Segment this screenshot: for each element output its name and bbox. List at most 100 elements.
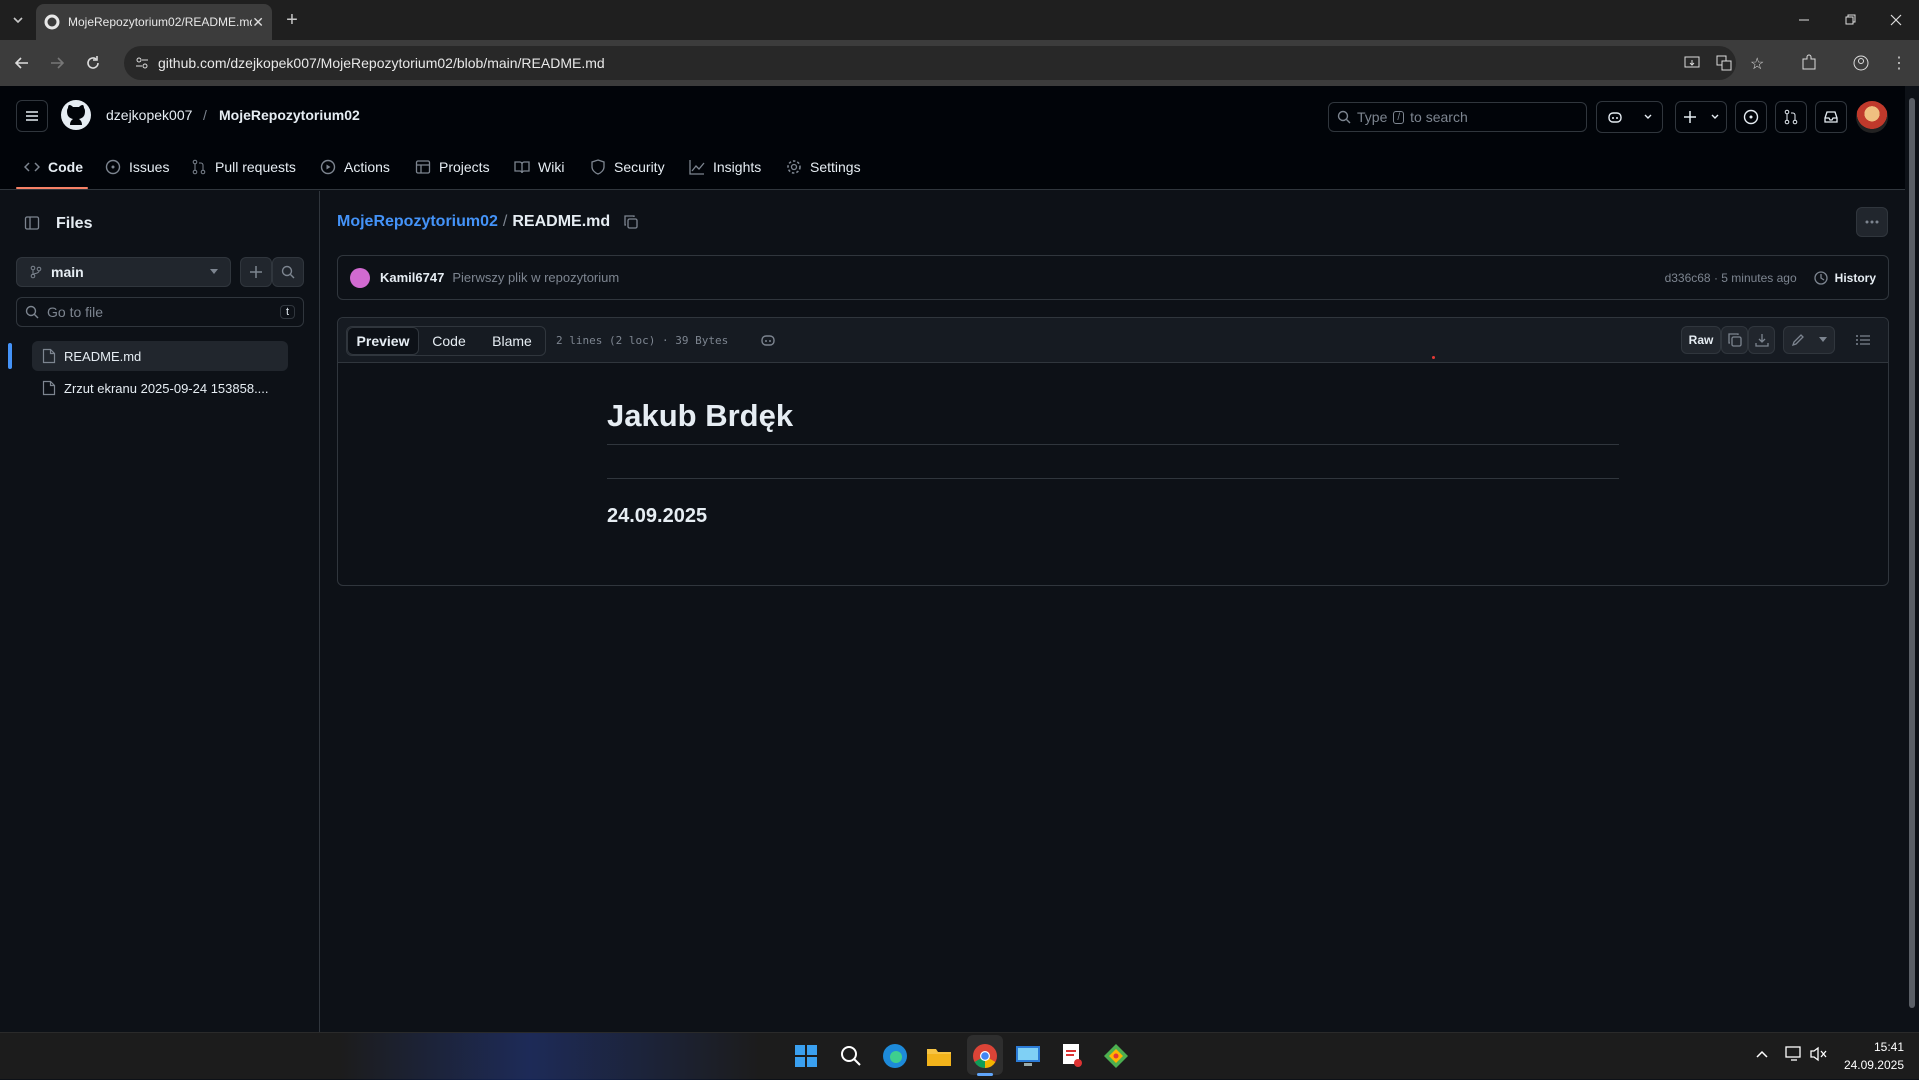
taskbar-glow [340,1033,760,1080]
tab-actions[interactable]: Actions [320,150,390,184]
breadcrumb-repo-link[interactable]: MojeRepozytorium02 [337,213,498,231]
new-tab-icon[interactable]: + [278,6,306,34]
download-raw-button[interactable] [1748,326,1775,354]
search-files-button[interactable] [272,257,304,287]
tab-code[interactable]: Code [24,150,83,184]
triangle-down-icon [210,269,218,275]
back-icon[interactable] [8,49,36,77]
tab-settings[interactable]: Settings [786,150,861,184]
tab-issues[interactable]: Issues [105,150,169,184]
volume-muted-icon[interactable] [1810,1046,1828,1062]
branch-name: main [51,264,84,280]
commit-message[interactable]: Pierwszy plik w repozytorium [452,270,1664,285]
tab-search-icon[interactable] [4,6,32,34]
git-tool-icon[interactable] [1100,1040,1132,1072]
tab-pull-requests[interactable]: Pull requests [191,150,296,184]
page-scrollbar[interactable] [1905,86,1919,1032]
tab-wiki[interactable]: Wiki [514,150,564,184]
forward-icon[interactable] [43,49,71,77]
history-icon [1813,270,1829,286]
install-app-icon[interactable] [1684,55,1700,71]
raw-button[interactable]: Raw [1681,326,1721,354]
pull-requests-icon[interactable] [1775,101,1807,133]
site-info-icon[interactable] [134,55,150,71]
network-icon[interactable] [1785,1046,1803,1062]
tab-blame[interactable]: Blame [479,327,545,355]
file-item-screenshot[interactable]: Zrzut ekranu 2025-09-24 153858.... [32,373,288,403]
tab-security-label: Security [614,159,665,175]
scrollbar-thumb[interactable] [1909,98,1915,1008]
file-header: Preview Code Blame 2 lines (2 loc) · 39 … [338,318,1888,363]
windows-search-icon[interactable] [835,1040,867,1072]
user-avatar[interactable] [1856,101,1888,133]
branch-selector[interactable]: main [16,257,231,287]
inbox-icon[interactable] [1815,101,1847,133]
active-app-indicator [977,1073,993,1076]
search-input[interactable]: Type / to search [1328,102,1587,132]
taskbar-time[interactable]: 15:41 [1868,1040,1904,1054]
close-window-icon[interactable] [1882,6,1910,34]
create-new-button[interactable] [1675,101,1727,133]
pencil-icon [1791,333,1805,347]
search-placeholder-type: Type [1357,109,1388,125]
latest-commit-bar: Kamil6747 Pierwszy plik w repozytorium d… [337,255,1889,300]
snipping-tool-icon[interactable] [1056,1040,1088,1072]
tab-code-label: Code [48,159,83,175]
edit-file-button[interactable] [1783,326,1835,354]
repo-name-link[interactable]: MojeRepozytorium02 [219,107,360,123]
reload-icon[interactable] [79,49,107,77]
repo-path-separator: / [203,107,207,123]
selected-file-indicator [8,343,12,369]
profile-icon[interactable] [1847,49,1875,77]
tab-close-icon[interactable]: ✕ [252,14,264,31]
commit-author[interactable]: Kamil6747 [380,270,444,285]
collapse-sidebar-icon[interactable] [16,207,48,239]
tab-preview[interactable]: Preview [347,327,419,355]
copy-raw-button[interactable] [1721,326,1748,354]
show-hidden-icons-icon[interactable] [1755,1047,1769,1061]
outline-button[interactable] [1848,326,1878,354]
address-bar[interactable]: github.com/dzejkopek007/MojeRepozytorium… [124,46,1764,80]
table-icon [415,159,431,175]
header-divider [1662,106,1663,128]
windows-start-icon[interactable] [790,1040,822,1072]
graph-icon [689,159,705,175]
more-options-button[interactable] [1856,207,1888,237]
restore-icon[interactable] [1836,6,1864,34]
author-avatar[interactable] [350,267,370,288]
breadcrumb-separator: / [502,213,508,230]
translate-icon[interactable] [1716,55,1732,71]
taskbar-date[interactable]: 24.09.2025 [1836,1058,1904,1072]
chevron-down-icon [1819,337,1827,343]
minimize-icon[interactable] [1790,6,1818,34]
repo-owner-link[interactable]: dzejkopek007 [106,107,192,123]
browser-tab-active[interactable]: MojeRepozytorium02/README.md ✕ [36,4,272,40]
file-name: Zrzut ekranu 2025-09-24 153858.... [64,380,269,396]
tab-code-view[interactable]: Code [419,327,479,355]
copy-path-icon[interactable] [623,214,639,230]
tab-insights[interactable]: Insights [689,150,761,184]
file-explorer-icon[interactable] [923,1040,955,1072]
github-logo-icon[interactable] [60,99,92,131]
extensions-icon[interactable] [1795,49,1823,77]
tab-security[interactable]: Security [590,150,665,184]
remote-desktop-icon[interactable] [1012,1040,1044,1072]
issues-icon[interactable] [1735,101,1767,133]
commit-hash-time[interactable]: d336c68 · 5 minutes ago [1665,271,1797,285]
play-icon [320,159,336,175]
hamburger-menu-icon[interactable] [16,100,48,132]
tab-title: MojeRepozytorium02/README.md [68,15,253,29]
bookmark-star-icon[interactable]: ☆ [1750,54,1764,74]
chrome-browser-icon[interactable] [969,1040,1001,1072]
tab-actions-label: Actions [344,159,390,175]
browser-menu-icon[interactable]: ⋮ [1885,49,1913,77]
edge-browser-icon[interactable] [879,1040,911,1072]
go-to-file-placeholder: Go to file [47,304,104,320]
copilot-icon[interactable] [760,332,776,348]
history-link[interactable]: History [1835,271,1876,285]
tab-projects[interactable]: Projects [415,150,490,184]
go-to-file-input[interactable]: Go to file t [16,297,304,327]
copilot-button[interactable] [1596,101,1663,133]
file-item-readme[interactable]: README.md [32,341,288,371]
add-file-button[interactable] [240,257,272,287]
